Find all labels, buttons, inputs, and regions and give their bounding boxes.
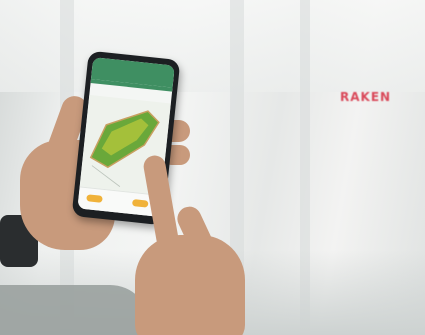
background-sign: RAKEN	[340, 90, 392, 104]
app-action-button[interactable]	[131, 199, 149, 208]
map-road	[91, 165, 121, 187]
photo-scene: RAKEN	[0, 0, 425, 335]
arm-sleeve	[0, 285, 150, 335]
app-action-button[interactable]	[86, 194, 103, 203]
